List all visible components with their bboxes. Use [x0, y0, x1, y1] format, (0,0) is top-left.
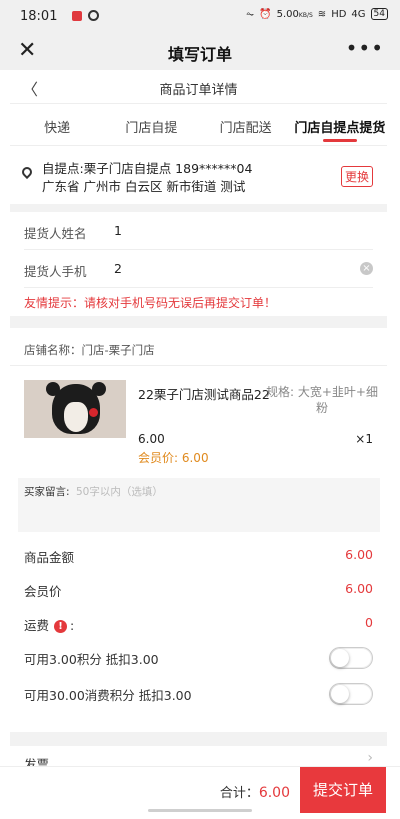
consume-points-label: 可用30.00消费积分 抵扣3.00 [24, 688, 192, 703]
pickup-address-line: 广东省 广州市 白云区 新市街道 测试 [42, 179, 246, 194]
member-price-value: 6.00 [345, 581, 373, 596]
submit-order-button[interactable]: 提交订单 [300, 767, 386, 813]
member-price-row: 会员价 6.00 [24, 572, 373, 606]
phone-tip: 友情提示：请核对手机号码无误后再提交订单！ [24, 296, 277, 310]
tab-store-delivery[interactable]: 门店配送 [199, 104, 293, 145]
tab-pickup-point[interactable]: 门店自提点提货 [293, 104, 387, 145]
invoice-row[interactable]: 发票 › [10, 748, 387, 768]
delivery-tabs: 快递 门店自提 门店配送 门店自提点提货 [10, 104, 387, 146]
section-divider [10, 316, 387, 328]
section-divider [10, 732, 387, 746]
battery-icon: 54 [370, 8, 388, 20]
title-bar: ✕ 填写订单 ••• [0, 34, 400, 70]
shipping-label: 运费!: [24, 618, 75, 633]
pickup-name-row: 提货人姓名 1 [24, 212, 373, 250]
shipping-row: 运费!: 0 [24, 606, 373, 640]
order-detail-header: 〈 商品订单详情 [10, 70, 387, 104]
goods-member-price: 会员价: 6.00 [138, 451, 209, 465]
pickup-name-input[interactable]: 1 [114, 223, 122, 238]
hd-badge: HD [331, 8, 347, 20]
page-title: 填写订单 [167, 45, 232, 64]
goods-quantity: ×1 [355, 432, 373, 446]
goods-amount-row: 商品金额 6.00 [24, 538, 373, 572]
pickup-name-label: 提货人姓名 [24, 226, 87, 241]
signal-icon: 4G [351, 8, 366, 20]
vibrate-icon: ⏦ [246, 8, 255, 20]
buyer-message-field[interactable]: 买家留言: 50字以内（选填） [18, 478, 380, 532]
points-label: 可用3.00积分 抵扣3.00 [24, 652, 159, 667]
goods-spec: 规格: 大宽+韭叶+细粉 [266, 385, 378, 415]
section-divider [10, 204, 387, 212]
toggle-knob [331, 649, 349, 667]
goods-price: 6.00 [138, 432, 165, 446]
order-total: 合计：6.00 [219, 785, 290, 801]
buyer-message-input[interactable]: 50字以内（选填） [76, 484, 163, 499]
shipping-value: 0 [365, 615, 373, 630]
pickup-phone-label: 提货人手机 [24, 264, 87, 279]
location-pin-icon [19, 164, 35, 180]
member-price-label: 会员价 [24, 584, 62, 599]
goods-amount-label: 商品金额 [24, 550, 75, 565]
store-row: 店铺名称：门店-栗子门店 [10, 330, 387, 366]
alarm-icon: ⏰ [259, 8, 272, 20]
home-indicator[interactable] [148, 809, 252, 812]
pickup-address[interactable]: 自提点:栗子门店自提点 189******04 广东省 广州市 白云区 新市街道… [10, 148, 387, 204]
pickup-phone-row: 提货人手机 2 × [24, 250, 373, 288]
change-address-button[interactable]: 更换 [340, 166, 373, 187]
status-bar: 18:01 ⏦ ⏰ 5.00KB/S ≋ HD 4G 54 [0, 0, 400, 34]
goods-name: 22栗子门店测试商品22 [138, 387, 270, 402]
chevron-right-icon: › [367, 750, 373, 766]
points-toggle[interactable] [329, 647, 373, 669]
status-icons: ⏦ ⏰ 5.00KB/S ≋ HD 4G 54 [246, 8, 388, 20]
pickup-phone-input[interactable]: 2 [114, 261, 122, 276]
more-icon[interactable]: ••• [346, 36, 384, 60]
tab-store-pickup[interactable]: 门店自提 [104, 104, 198, 145]
bear-mascot-image [46, 382, 106, 434]
status-time: 18:01 [20, 9, 58, 24]
notification-app-icon [72, 11, 82, 21]
goods-image [24, 380, 126, 438]
pickup-point-line: 自提点:栗子门店自提点 189******04 [42, 161, 253, 176]
consume-points-row: 可用30.00消费积分 抵扣3.00 [24, 676, 373, 710]
order-total-amount: 6.00 [258, 785, 290, 801]
info-icon[interactable]: ! [54, 620, 68, 633]
toggle-knob [331, 685, 349, 703]
consume-points-toggle[interactable] [329, 683, 373, 705]
net-speed: 5.00KB/S [276, 8, 313, 20]
order-summary: 商品金额 6.00 会员价 6.00 运费!: 0 可用3.00积分 抵扣3.0… [10, 538, 387, 730]
buyer-message-label: 买家留言: [24, 486, 70, 498]
wifi-icon: ≋ [317, 8, 327, 20]
order-detail-title: 商品订单详情 [159, 83, 238, 98]
goods-item: 22栗子门店测试商品22 规格: 大宽+韭叶+细粉 6.00 ×1 会员价: 6… [10, 366, 387, 474]
points-row: 可用3.00积分 抵扣3.00 [24, 640, 373, 674]
pickup-form: 提货人姓名 1 提货人手机 2 × 友情提示：请核对手机号码无误后再提交订单！ [10, 212, 387, 316]
clear-icon[interactable]: × [360, 262, 373, 275]
location-app-icon [88, 10, 99, 21]
goods-amount-value: 6.00 [345, 547, 373, 562]
store-name: 店铺名称：门店-栗子门店 [24, 343, 155, 357]
tab-express[interactable]: 快递 [10, 104, 104, 145]
